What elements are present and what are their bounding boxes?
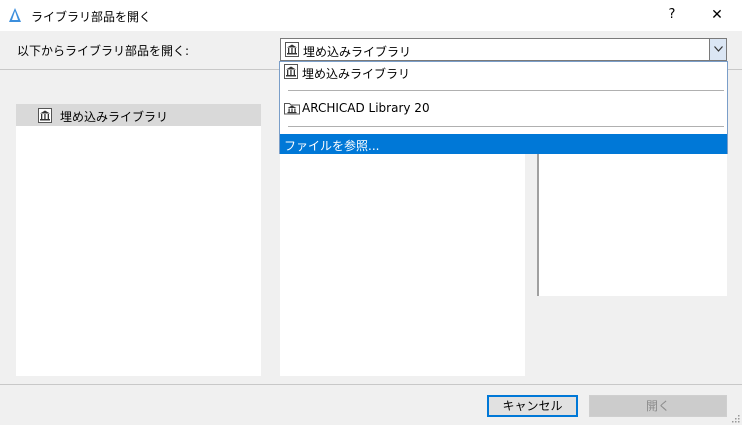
library-icon (284, 64, 298, 79)
dropdown-separator (288, 90, 724, 91)
footer-divider (0, 384, 742, 385)
library-source-dropdown-list: 埋め込みライブラリ ARCHICAD Library 20 ファイルを参照... (279, 61, 728, 154)
library-icon (38, 108, 52, 123)
tree-item-label: 埋め込みライブラリ (60, 110, 169, 124)
dropdown-item-label: ARCHICAD Library 20 (302, 101, 430, 115)
dropdown-item-embedded-library[interactable]: 埋め込みライブラリ (280, 62, 727, 82)
library-tree-pane[interactable]: 埋め込みライブラリ (16, 104, 261, 376)
archicad-app-icon (9, 8, 21, 22)
library-folder-icon (284, 103, 300, 115)
library-source-combobox[interactable]: 埋め込みライブラリ (280, 38, 727, 61)
window-title: ライブラリ部品を開く (31, 10, 152, 24)
close-button[interactable]: ✕ (707, 5, 727, 25)
tree-item-embedded-library[interactable]: 埋め込みライブラリ (16, 104, 261, 126)
dropdown-item-archicad-library[interactable]: ARCHICAD Library 20 (280, 98, 727, 118)
preview-pane (537, 140, 727, 296)
dropdown-toggle[interactable] (709, 39, 726, 60)
open-from-label: 以下からライブラリ部品を開く: (17, 44, 190, 58)
combo-selected-value: 埋め込みライブラリ (303, 45, 412, 59)
title-bar: ライブラリ部品を開く ? ✕ (0, 0, 742, 31)
cancel-button[interactable]: キャンセル (487, 395, 578, 417)
chevron-down-icon (714, 46, 723, 52)
open-button[interactable]: 開く (589, 395, 727, 417)
dropdown-item-browse-file[interactable]: ファイルを参照... (280, 134, 727, 154)
dropdown-item-label: ファイルを参照... (284, 139, 380, 153)
help-button[interactable]: ? (662, 5, 682, 25)
dropdown-separator (288, 126, 724, 127)
library-parts-pane[interactable] (280, 140, 525, 376)
resize-grip-icon[interactable] (730, 413, 740, 423)
library-icon (285, 42, 299, 57)
dropdown-item-label: 埋め込みライブラリ (302, 67, 411, 81)
